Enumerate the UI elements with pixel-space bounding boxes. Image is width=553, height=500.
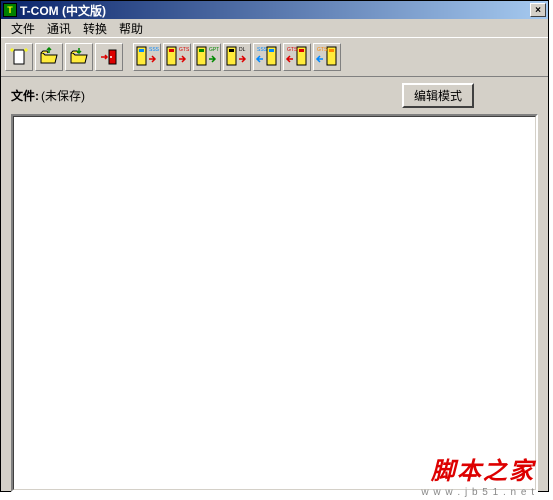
device-gpt-in-button[interactable]: GPT [193,43,221,71]
device-sss-in-button[interactable]: SSS [133,43,161,71]
device-gts-out-icon: GTS [285,45,309,69]
exit-button[interactable] [95,43,123,71]
device-gpt-in-icon: GPT [195,45,219,69]
menu-help[interactable]: 帮助 [113,19,149,38]
device-gpt-out-button[interactable]: GTS [313,43,341,71]
svg-text:SSS: SSS [149,47,159,53]
device-dl-in-button[interactable]: DL [223,43,251,71]
close-button[interactable]: × [530,3,546,17]
device-dl-in-icon: DL [225,45,249,69]
toolbar: SSS GTS GPT DL SSS GTS GTS [1,37,548,77]
toolbar-separator [125,43,131,71]
menubar: 文件 通讯 转换 帮助 [1,19,548,37]
device-sss-out-icon: SSS [255,45,279,69]
menu-convert[interactable]: 转换 [77,19,113,38]
window-title: T-COM (中文版) [20,2,530,19]
content-area [11,114,538,492]
device-sss-in-icon: SSS [135,45,159,69]
status-row: 文件: (未保存) 编辑模式 [1,77,548,110]
folder-save-icon [69,47,89,67]
content-inner[interactable] [13,116,536,490]
device-sss-out-button[interactable]: SSS [253,43,281,71]
device-gts-in-button[interactable]: GTS [163,43,191,71]
file-status: (未保存) [41,87,85,104]
svg-text:GTS: GTS [317,47,328,53]
app-icon [3,3,17,17]
new-file-icon [9,47,29,67]
device-gpt-out-icon: GTS [315,45,339,69]
titlebar: T-COM (中文版) × [1,1,548,19]
svg-text:SSS: SSS [257,47,268,53]
menu-comm[interactable]: 通讯 [41,19,77,38]
svg-text:GPT: GPT [209,47,219,53]
svg-text:GTS: GTS [287,47,298,53]
edit-mode-button[interactable]: 编辑模式 [402,83,474,108]
svg-text:DL: DL [239,47,246,53]
app-window: T-COM (中文版) × 文件 通讯 转换 帮助 SSS GTS GPT [0,0,549,492]
exit-icon [99,47,119,67]
open-button[interactable] [35,43,63,71]
save-button[interactable] [65,43,93,71]
svg-text:GTS: GTS [179,47,189,53]
file-label: 文件: [11,87,39,104]
folder-open-icon [39,47,59,67]
new-file-button[interactable] [5,43,33,71]
device-gts-out-button[interactable]: GTS [283,43,311,71]
device-gts-in-icon: GTS [165,45,189,69]
menu-file[interactable]: 文件 [5,19,41,38]
